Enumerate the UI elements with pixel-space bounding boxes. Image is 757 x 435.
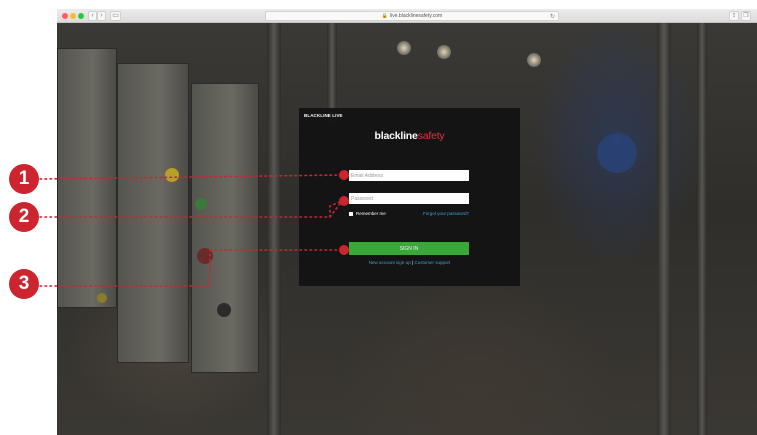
callout-badge-2: 2: [9, 202, 39, 232]
password-field[interactable]: [349, 193, 469, 204]
new-account-link[interactable]: New account sign-up: [369, 260, 411, 265]
back-arrow-icon[interactable]: ‹: [88, 11, 97, 21]
panel-title: BLACKLINE LIVE: [304, 113, 343, 118]
callout-dot-email: [339, 170, 349, 180]
browser-window: ‹ › ▭ 🔒 live.blacklinesafety.com ↻ ⇪ ❐ B…: [57, 9, 757, 435]
callout-dot-signin: [339, 245, 349, 255]
red-knob: [197, 248, 213, 264]
cabinet-panel: [117, 63, 189, 363]
green-knob: [195, 198, 207, 210]
lock-icon: 🔒: [381, 13, 389, 19]
ceiling-lamp: [437, 45, 451, 59]
ceiling-lamp: [397, 41, 411, 55]
callout-badge-3: 3: [9, 269, 39, 299]
screenshot-stage: ‹ › ▭ 🔒 live.blacklinesafety.com ↻ ⇪ ❐ B…: [0, 0, 757, 435]
yellow-knob: [165, 168, 179, 182]
remember-me-label: Remember me: [356, 211, 386, 216]
maximize-window-icon[interactable]: [78, 13, 84, 19]
share-icon[interactable]: ⇪: [729, 11, 739, 21]
reload-icon[interactable]: ↻: [550, 13, 555, 22]
browser-toolbar: ‹ › ▭ 🔒 live.blacklinesafety.com ↻ ⇪ ❐: [57, 9, 757, 23]
sidebar-toggle-icon[interactable]: ▭: [110, 11, 121, 21]
pipe: [657, 23, 671, 435]
close-window-icon[interactable]: [62, 13, 68, 19]
forgot-password-link[interactable]: Forgot your password?: [423, 211, 469, 216]
callout-dot-password: [339, 196, 349, 206]
yellow-knob: [97, 293, 107, 303]
remember-me-checkbox[interactable]: [349, 211, 353, 216]
pipe: [697, 23, 707, 435]
address-bar[interactable]: 🔒 live.blacklinesafety.com ↻: [265, 11, 559, 21]
cabinet-panel: [57, 48, 117, 308]
cabinet-panel: [191, 83, 259, 373]
pipe: [267, 23, 281, 435]
forward-arrow-icon[interactable]: ›: [97, 11, 106, 21]
sign-in-button[interactable]: SIGN IN: [349, 242, 469, 255]
minimize-window-icon[interactable]: [70, 13, 76, 19]
black-knob: [217, 303, 231, 317]
tabs-overview-icon[interactable]: ❐: [741, 11, 751, 21]
ceiling-lamp: [527, 53, 541, 67]
login-panel: BLACKLINE LIVE blacklinesafety Remember …: [299, 108, 520, 286]
footer-links: New account sign-up | Customer support: [299, 260, 520, 265]
email-field[interactable]: [349, 170, 469, 181]
blue-valve: [597, 133, 637, 173]
blackline-safety-logo: blacklinesafety: [374, 130, 445, 142]
address-url: live.blacklinesafety.com: [390, 13, 443, 19]
remember-me-option[interactable]: Remember me: [349, 211, 386, 216]
callout-badge-1: 1: [9, 164, 39, 194]
customer-support-link[interactable]: Customer support: [414, 260, 450, 265]
